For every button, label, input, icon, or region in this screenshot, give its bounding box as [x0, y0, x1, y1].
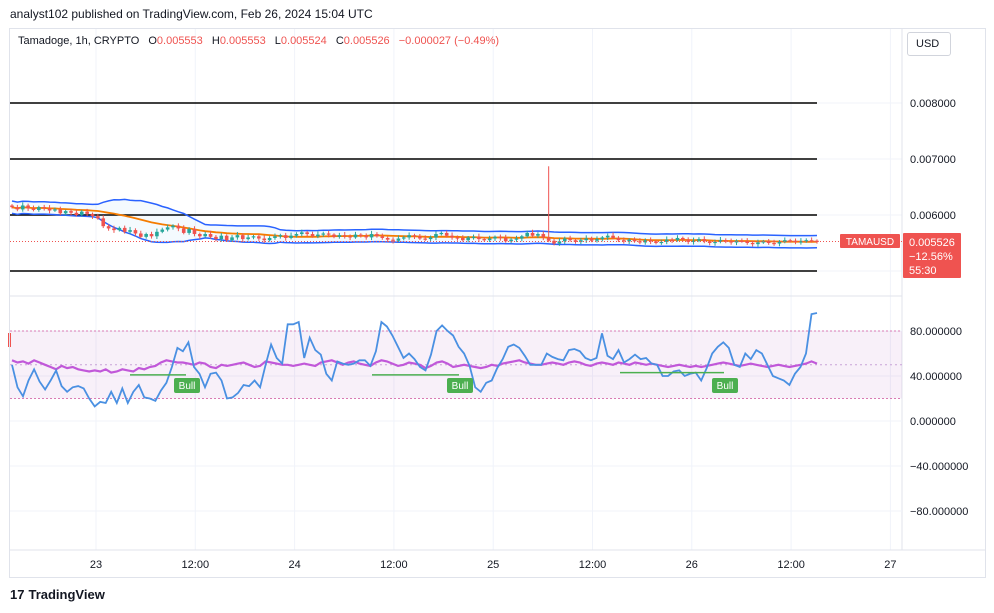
- high-label: H: [211, 35, 220, 47]
- currency-button[interactable]: USD: [907, 32, 951, 56]
- open-label: O: [148, 35, 157, 47]
- symbol-name: Tamadoge, 1h, CRYPTO: [18, 35, 140, 47]
- tradingview-logo-icon: 17: [10, 587, 25, 602]
- open-value: 0.005553: [156, 35, 203, 47]
- symbol-legend: Tamadoge, 1h, CRYPTO O0.005553 H0.005553…: [18, 35, 499, 47]
- high-value: 0.005553: [219, 35, 266, 47]
- logo-text: TradingView: [28, 587, 105, 602]
- low-value: 0.005524: [280, 35, 327, 47]
- close-value: 0.005526: [343, 35, 390, 47]
- change-value: −0.000027 (−0.49%): [398, 35, 500, 47]
- close-label: C: [335, 35, 344, 47]
- chart-frame: [9, 28, 986, 578]
- tradingview-logo: 17 TradingView: [10, 587, 105, 602]
